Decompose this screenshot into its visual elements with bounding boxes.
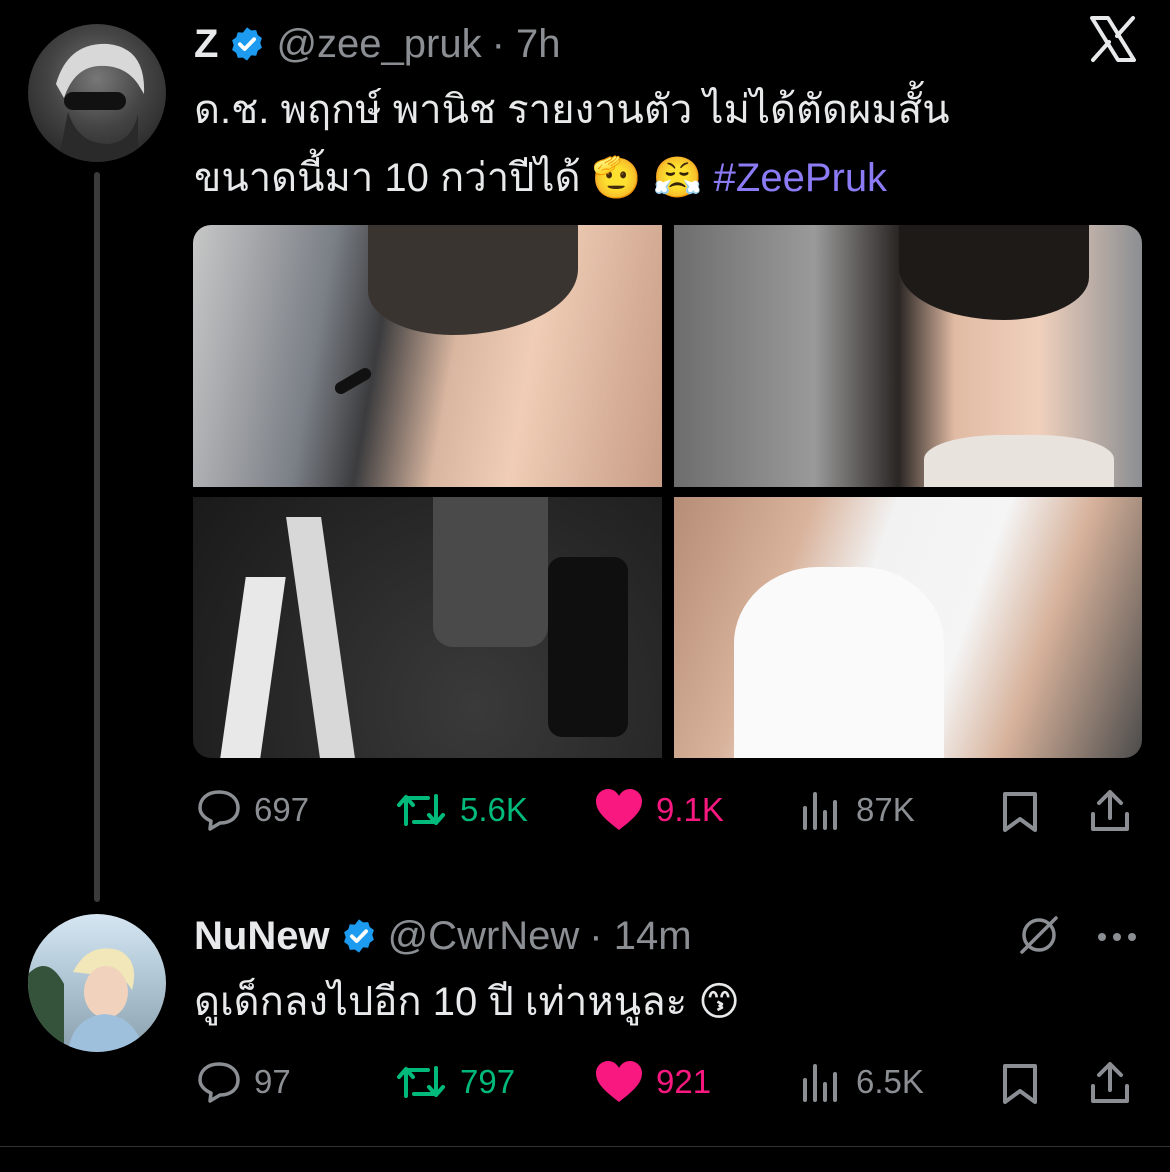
tweet1-text-line2: ขนาดนี้มา 10 กว่าปีได้: [194, 156, 581, 200]
saluting-face-emoji: 🫡: [591, 156, 642, 200]
tweet1-header: Z @zee_pruk · 7h: [194, 18, 561, 70]
avatar-zee-image: [56, 43, 145, 162]
more-options-icon[interactable]: [1096, 930, 1138, 948]
verified-badge-icon: [343, 919, 374, 953]
tweet2-text: ดูเด็กลงไปอีก 10 ปี เท่าหนูละ 😙: [194, 974, 1134, 1030]
bookmark-button[interactable]: [998, 790, 1042, 839]
photo-4[interactable]: [674, 497, 1142, 758]
author-handle[interactable]: @CwrNew: [388, 914, 580, 959]
tweet1-text: ด.ช. พฤกษ์ พานิช รายงานตัว ไม่ได้ตัดผมสั…: [194, 82, 1134, 206]
views-count: 87K: [856, 791, 915, 828]
views-button[interactable]: 87K: [800, 788, 915, 832]
retweet-icon: [397, 794, 445, 826]
bookmark-icon: [1003, 1064, 1037, 1104]
steam-face-emoji: 😤: [652, 156, 703, 200]
bookmark-button[interactable]: [998, 1062, 1042, 1111]
tweet-time[interactable]: · 7h: [492, 22, 561, 67]
thread-connector: [94, 172, 100, 902]
kissing-face-emoji: 😙: [698, 980, 740, 1024]
author-name[interactable]: NuNew: [194, 914, 330, 959]
photo-grid: [193, 225, 1142, 758]
avatar-nunew[interactable]: [28, 914, 166, 1052]
author-name[interactable]: Z: [194, 22, 218, 67]
reply-icon: [198, 1062, 240, 1103]
verified-badge-icon: [232, 27, 263, 61]
views-icon: [803, 1064, 837, 1102]
avatar-zee[interactable]: [28, 24, 166, 162]
divider: [0, 1146, 1170, 1147]
share-icon: [1091, 790, 1129, 831]
retweet-icon: [397, 1066, 445, 1098]
retweet-count: 797: [460, 1063, 516, 1100]
bookmark-icon: [1003, 792, 1037, 832]
x-logo-icon[interactable]: [1088, 14, 1138, 64]
photo-2[interactable]: [674, 225, 1142, 487]
tweet-time[interactable]: · 14m: [589, 914, 691, 959]
heart-icon: [596, 1061, 642, 1102]
tweet2-header: NuNew @CwrNew · 14m: [194, 908, 692, 964]
reply-count: 97: [254, 1063, 291, 1100]
share-button[interactable]: [1088, 1060, 1132, 1111]
heart-icon: [596, 789, 642, 830]
grok-icon[interactable]: [1016, 912, 1062, 963]
views-count: 6.5K: [856, 1063, 924, 1100]
reply-button[interactable]: 697: [196, 788, 309, 832]
like-button[interactable]: 921: [594, 1060, 711, 1104]
reply-count: 697: [254, 791, 310, 828]
reply-icon: [198, 790, 240, 831]
retweet-count: 5.6K: [460, 791, 528, 828]
tweet2-body: ดูเด็กลงไปอีก 10 ปี เท่าหนูละ: [194, 980, 688, 1024]
photo-1[interactable]: [193, 225, 662, 487]
retweet-button[interactable]: 797: [394, 1060, 515, 1104]
like-count: 9.1K: [656, 791, 724, 828]
share-icon: [1091, 1062, 1129, 1103]
views-icon: [803, 792, 837, 830]
like-count: 921: [656, 1063, 712, 1100]
views-button[interactable]: 6.5K: [800, 1060, 924, 1104]
like-button[interactable]: 9.1K: [594, 788, 724, 832]
reply-button[interactable]: 97: [196, 1060, 291, 1104]
share-button[interactable]: [1088, 788, 1132, 839]
tweet1-text-line1: ด.ช. พฤกษ์ พานิช รายงานตัว ไม่ได้ตัดผมสั…: [194, 88, 950, 132]
avatar-nunew-image: [28, 948, 144, 1052]
retweet-button[interactable]: 5.6K: [394, 788, 528, 832]
author-handle[interactable]: @zee_pruk: [276, 22, 481, 67]
photo-3[interactable]: [193, 497, 662, 758]
hashtag-link[interactable]: #ZeePruk: [714, 156, 887, 200]
